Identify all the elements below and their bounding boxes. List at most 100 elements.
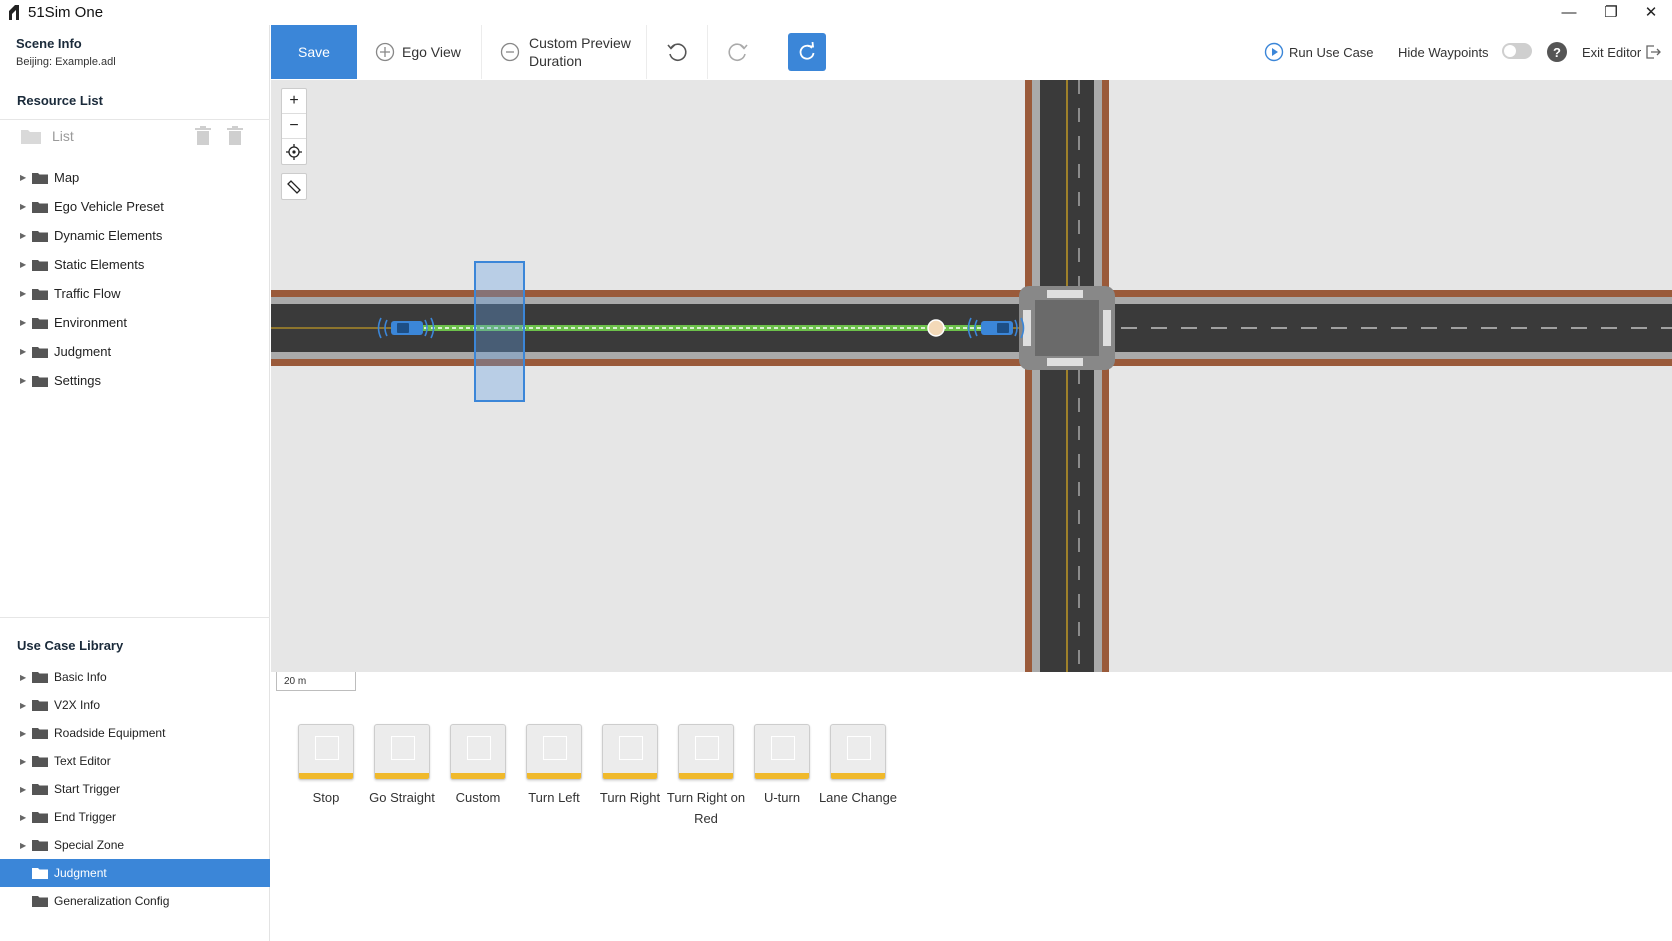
redo-button[interactable] [726,25,750,79]
save-button[interactable]: Save [271,25,357,79]
resource-item-label: Traffic Flow [54,286,121,301]
help-button[interactable]: ? [1547,25,1567,79]
title-bar: 51Sim One — ❐ ✕ [0,0,1672,25]
maximize-button[interactable]: ❐ [1596,2,1626,24]
redo-icon [728,43,748,61]
editor-toolbar: Save Ego View Custom Preview Duration Ru… [270,25,1672,79]
expand-arrow-icon[interactable]: ▶ [20,202,32,211]
resource-item-settings[interactable]: ▶ Settings [0,366,270,395]
hide-waypoints-label: Hide Waypoints [1398,44,1489,60]
zoom-out-button[interactable]: − [282,114,306,139]
card-label: Turn Right on Red [666,790,746,826]
card-turn-right[interactable]: Turn Right [590,724,670,808]
expand-arrow-icon[interactable]: ▶ [20,347,32,356]
folder-icon [32,375,48,387]
folder-icon [32,896,48,907]
folder-icon [32,868,48,879]
expand-arrow-icon[interactable]: ▶ [20,701,32,710]
scene-info-title: Scene Info [16,36,82,51]
minimize-button[interactable]: — [1554,2,1584,24]
uc-item-start-trigger[interactable]: ▶ Start Trigger [0,775,270,803]
turn-right-on-red-thumbnail-icon [678,724,734,780]
turn-left-thumbnail-icon [526,724,582,780]
crosshair-icon [286,143,302,160]
run-use-case-button[interactable]: Run Use Case [1264,25,1374,79]
expand-arrow-icon[interactable]: ▶ [20,289,32,298]
card-go-straight[interactable]: Go Straight [362,724,442,808]
exit-editor-label: Exit Editor [1582,44,1642,60]
expand-arrow-icon[interactable]: ▶ [20,173,32,182]
card-custom[interactable]: Custom [438,724,518,808]
expand-arrow-icon[interactable]: ▶ [20,757,32,766]
delete-all-icon[interactable] [226,126,244,146]
uc-item-v2x-info[interactable]: ▶ V2X Info [0,691,270,719]
ego-view-button[interactable]: Ego View [375,25,461,79]
map-canvas[interactable]: + − [271,80,1672,672]
folder-icon [32,756,48,767]
resource-item-dynamic-elements[interactable]: ▶ Dynamic Elements [0,221,270,250]
exit-editor-button[interactable]: Exit Editor [1582,25,1662,79]
resource-item-label: Static Elements [54,257,145,272]
undo-button[interactable] [665,25,689,79]
custom-preview-duration-button[interactable]: Custom Preview Duration [500,25,631,79]
uc-item-text-editor[interactable]: ▶ Text Editor [0,747,270,775]
help-icon: ? [1547,42,1567,62]
card-lane-change[interactable]: Lane Change [818,724,898,808]
close-button[interactable]: ✕ [1636,2,1666,24]
uc-item-roadside-equipment[interactable]: ▶ Roadside Equipment [0,719,270,747]
uc-item-special-zone[interactable]: ▶ Special Zone [0,831,270,859]
intersection-core [1035,300,1099,356]
expand-arrow-icon[interactable]: ▶ [20,813,32,822]
divider [0,119,270,120]
run-use-case-label: Run Use Case [1289,44,1374,60]
lane-change-thumbnail-icon [830,724,886,780]
expand-arrow-icon[interactable]: ▶ [20,318,32,327]
refresh-icon [799,42,815,60]
uc-item-generalization-config[interactable]: Generalization Config [0,887,270,915]
card-stop[interactable]: Stop [286,724,366,808]
folder-icon [32,672,48,683]
expand-arrow-icon[interactable]: ▶ [20,785,32,794]
resource-item-ego-vehicle-preset[interactable]: ▶ Ego Vehicle Preset [0,192,270,221]
uc-item-label: End Trigger [54,810,117,824]
toggle-knob [1504,45,1516,57]
folder-add-icon[interactable] [20,127,42,145]
folder-icon [32,700,48,711]
delete-icon[interactable] [194,126,212,146]
folder-icon [32,288,48,300]
folder-icon [32,812,48,823]
expand-arrow-icon[interactable]: ▶ [20,260,32,269]
turn-right-thumbnail-icon [602,724,658,780]
expand-arrow-icon[interactable]: ▶ [20,841,32,850]
uc-item-basic-info[interactable]: ▶ Basic Info [0,663,270,691]
hide-waypoints-toggle[interactable] [1502,43,1532,59]
locate-button[interactable] [282,139,306,164]
waypoint-marker[interactable] [927,319,945,337]
card-label: Custom [455,790,501,805]
resource-item-map[interactable]: ▶ Map [0,163,270,192]
special-zone-area[interactable] [474,261,525,402]
toolbar-separator [646,25,647,79]
folder-icon [32,230,48,242]
card-label: Turn Right [599,790,661,805]
expand-arrow-icon[interactable]: ▶ [20,673,32,682]
card-turn-right-on-red[interactable]: Turn Right on Red [666,724,746,829]
folder-icon [32,259,48,271]
uc-item-label: Special Zone [54,838,125,852]
ruler-button[interactable] [282,174,306,199]
uc-item-end-trigger[interactable]: ▶ End Trigger [0,803,270,831]
expand-arrow-icon[interactable]: ▶ [20,376,32,385]
card-u-turn[interactable]: U-turn [742,724,822,808]
use-case-library-title: Use Case Library [17,638,124,653]
resource-item-judgment[interactable]: ▶ Judgment [0,337,270,366]
expand-arrow-icon[interactable]: ▶ [20,231,32,240]
app-logo-icon [9,5,19,20]
card-turn-left[interactable]: Turn Left [514,724,594,808]
resource-item-traffic-flow[interactable]: ▶ Traffic Flow [0,279,270,308]
reset-view-button[interactable] [788,33,826,71]
expand-arrow-icon[interactable]: ▶ [20,729,32,738]
uc-item-judgment[interactable]: Judgment [0,859,270,887]
zoom-in-button[interactable]: + [282,89,306,114]
resource-item-environment[interactable]: ▶ Environment [0,308,270,337]
resource-item-static-elements[interactable]: ▶ Static Elements [0,250,270,279]
